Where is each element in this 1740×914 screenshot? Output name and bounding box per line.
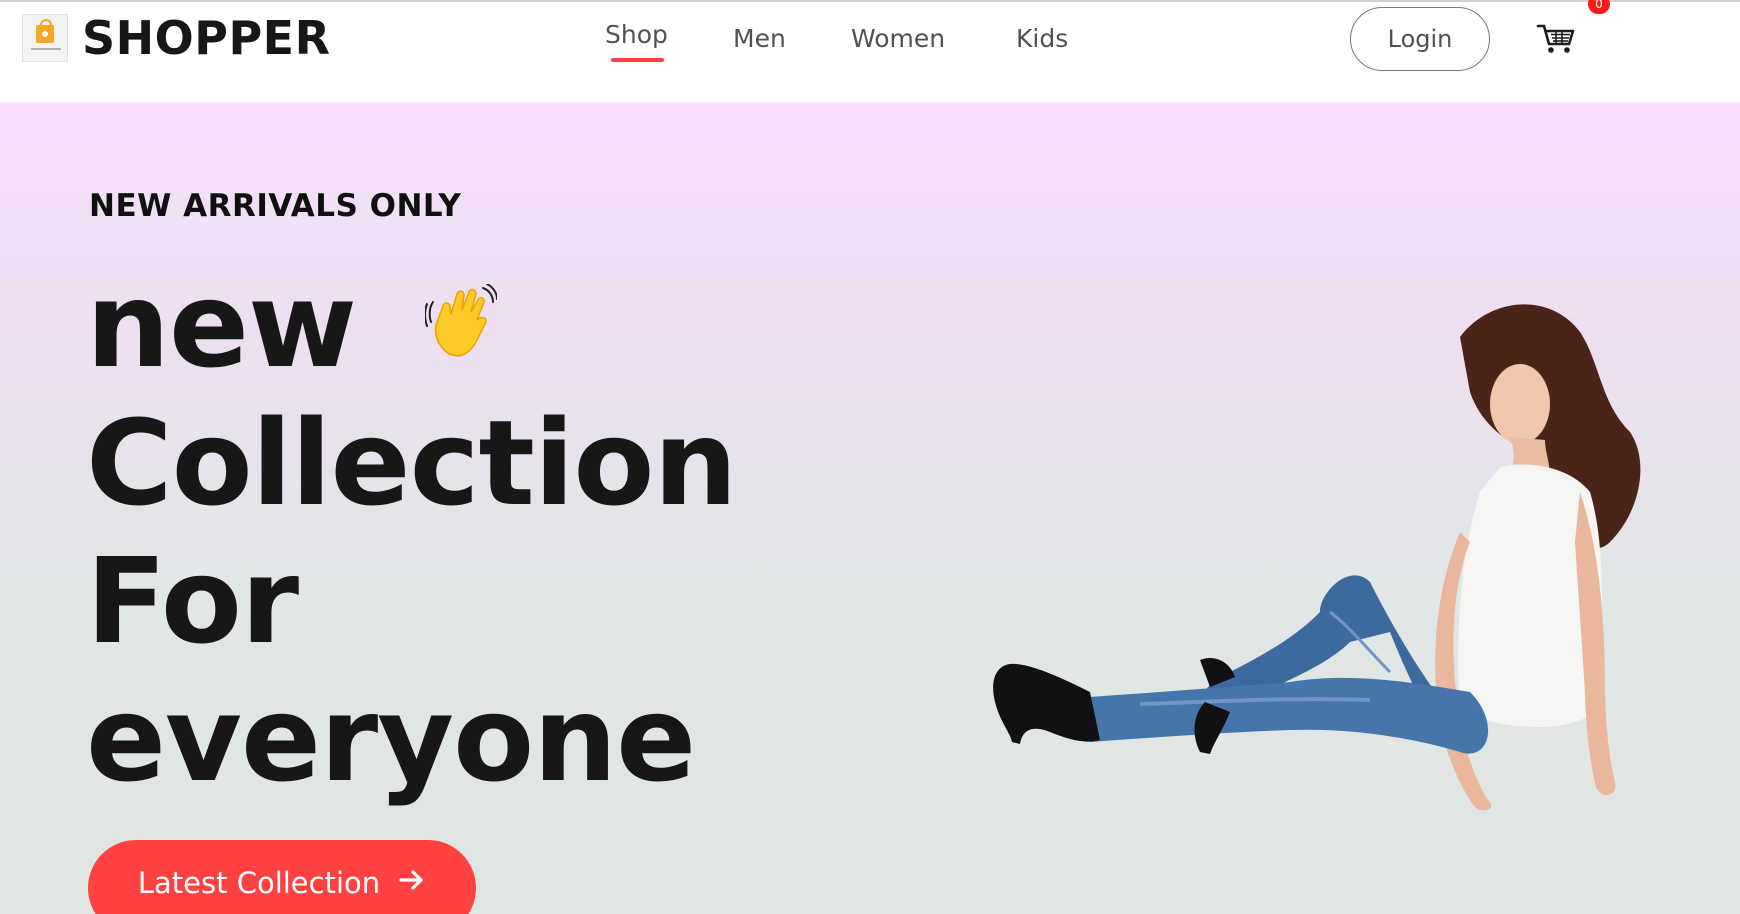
nav-item-kids[interactable]: Kids	[1016, 24, 1068, 53]
latest-collection-label: Latest Collection	[137, 866, 381, 900]
hero-tagline: NEW ARRIVALS ONLY	[89, 188, 462, 224]
navbar: SHOPPER Shop Men Women Kids Login 0	[0, 0, 1740, 102]
hero-headline-line-1: new	[86, 256, 357, 394]
nav-item-shop[interactable]: Shop	[605, 20, 668, 49]
nav-active-underline	[611, 58, 664, 62]
cart-icon[interactable]	[1536, 22, 1576, 54]
nav-item-women[interactable]: Women	[851, 24, 945, 53]
latest-collection-button[interactable]: Latest Collection	[88, 840, 476, 914]
arrow-right-icon	[398, 866, 426, 901]
hero-model-image	[990, 292, 1680, 912]
page: SHOPPER Shop Men Women Kids Login 0 NEW …	[0, 0, 1740, 914]
login-button[interactable]: Login	[1350, 7, 1490, 71]
hero-section: NEW ARRIVALS ONLY new Collection For eve…	[0, 102, 1740, 914]
waving-hand-icon	[424, 283, 498, 362]
hero-headline-line-3: For	[86, 532, 299, 670]
hero-headline-line-2: Collection	[86, 394, 737, 532]
hero-headline-line-4: everyone	[86, 670, 696, 808]
nav-item-men[interactable]: Men	[733, 24, 786, 53]
